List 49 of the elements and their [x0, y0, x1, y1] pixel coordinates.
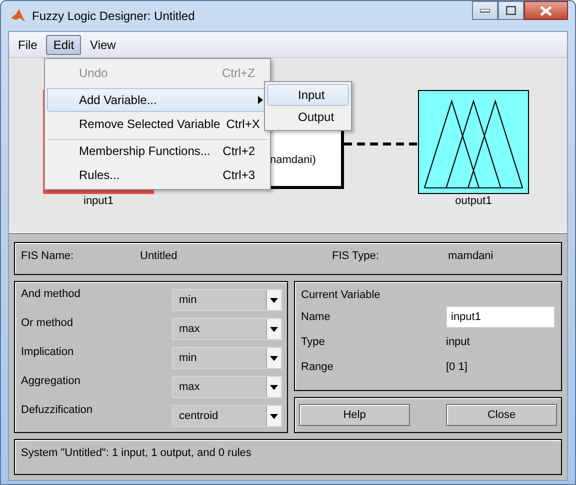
dropdown-arrow-icon [270, 384, 278, 390]
dialog-button[interactable]: Help [299, 404, 410, 426]
variable-property-label: Type [301, 336, 326, 348]
panel-title: Current Variable [301, 289, 382, 301]
variable-label: output1 [455, 195, 492, 207]
minimize-button[interactable] [472, 1, 498, 20]
variable-property-value: input [446, 336, 470, 348]
menu-item[interactable]: View [83, 34, 123, 54]
app-icon [10, 8, 26, 24]
menu-entry[interactable]: Remove Selected Variable Ctrl+X [47, 112, 268, 136]
menu-entry[interactable]: Output [267, 106, 349, 128]
fis-type-label: FIS Type: [332, 250, 380, 262]
method-dropdown[interactable]: centroid [172, 405, 282, 427]
maximize-button[interactable] [498, 1, 524, 20]
menu-entry[interactable]: Rules... Ctrl+3 [47, 163, 268, 187]
dialog-button[interactable]: Close [446, 404, 557, 426]
window-title: Fuzzy Logic Designer: Untitled [32, 9, 195, 23]
method-dropdown[interactable]: max [172, 376, 282, 398]
menu-entry[interactable]: Input [267, 84, 349, 106]
dropdown-arrow-icon [270, 298, 278, 302]
method-label: And method [21, 288, 80, 302]
variable-property-value: [0 1] [446, 361, 468, 373]
close-button[interactable] [524, 1, 568, 20]
fis-name-value: Untitled [140, 250, 178, 262]
method-label: Or method [21, 317, 73, 331]
maximize-icon [506, 6, 516, 15]
variable-label: input1 [84, 195, 114, 207]
fis-name-label: FIS Name: [21, 250, 75, 262]
name-input-field[interactable]: input1 [446, 306, 555, 328]
status-text: System "Untitled": 1 input, 1 output, and 0 rules [21, 447, 252, 459]
dropdown-arrow-icon [270, 414, 278, 418]
minimize-icon [480, 8, 490, 12]
variable-property-label: Name [301, 311, 332, 323]
menu-entry[interactable]: Membership Functions... Ctrl+2 [47, 139, 268, 163]
method-label: Implication [21, 346, 74, 360]
dropdown-arrow-icon [270, 326, 278, 332]
method-label: Defuzzification [21, 404, 93, 418]
method-dropdown[interactable]: max [172, 318, 282, 340]
menu-item[interactable]: File [11, 34, 44, 54]
variable-property-label: Range [301, 361, 334, 373]
submenu-arrow-icon [258, 96, 263, 104]
method-label: Aggregation [21, 375, 80, 389]
close-icon [540, 6, 552, 16]
method-dropdown[interactable]: min [172, 347, 282, 369]
dropdown-arrow-icon [270, 356, 278, 360]
menu-item[interactable]: Edit [46, 34, 82, 54]
output-variable-block[interactable] [418, 90, 529, 194]
fis-type-value: mamdani [448, 250, 494, 262]
method-dropdown[interactable]: min [172, 289, 282, 311]
